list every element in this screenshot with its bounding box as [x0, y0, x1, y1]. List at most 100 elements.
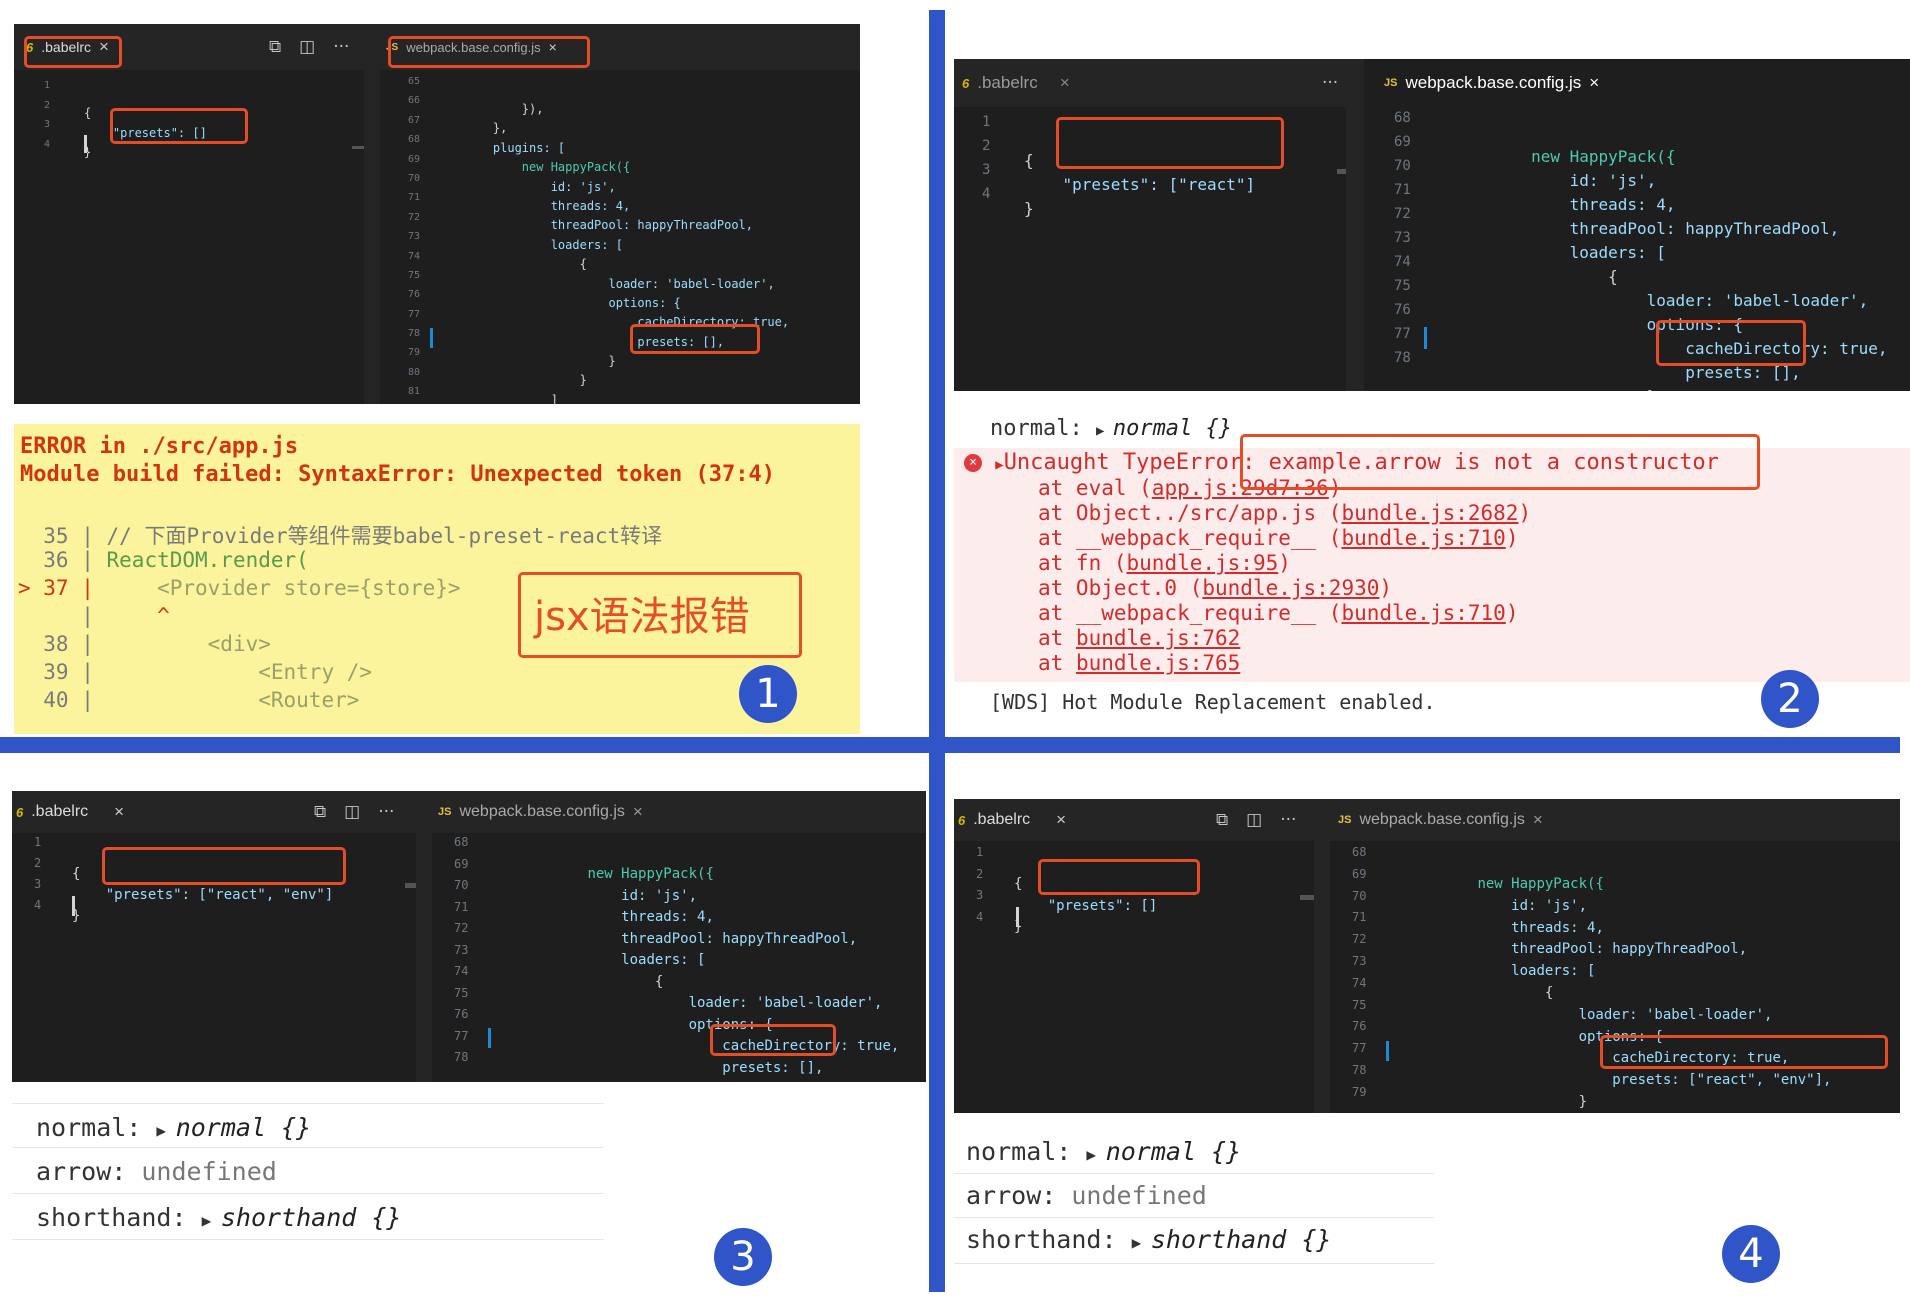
step-badge: 2 — [1761, 670, 1819, 728]
stack-link[interactable]: bundle.js:2682 — [1341, 501, 1518, 525]
presets-value: presets: [], — [722, 1059, 824, 1076]
line-numbers: 65 66 67 68 69 70 71 72 73 74 75 76 77 78 79 80 81 — [408, 76, 421, 398]
js-file-icon: JS — [1338, 814, 1352, 826]
stack-line: at bundle.js:765 — [1038, 651, 1241, 675]
console-row: arrow: undefined — [36, 1157, 277, 1186]
open-changes-icon[interactable]: ⧉ — [1216, 810, 1228, 830]
source-line: 40 | <Router> — [18, 688, 360, 712]
stack-link[interactable]: bundle.js:710 — [1341, 526, 1505, 550]
error-message: Module build failed: SyntaxError: Unexpe… — [20, 462, 775, 487]
js-file-icon: JS — [438, 806, 452, 818]
presets-highlight-box — [630, 324, 760, 354]
git-change-marker — [488, 1028, 491, 1048]
tab-highlight-box — [24, 36, 122, 68]
more-actions-icon[interactable]: ··· — [333, 37, 349, 57]
close-icon[interactable]: × — [633, 802, 643, 822]
stack-line: at fn (bundle.js:95) — [1038, 551, 1291, 575]
open-changes-icon[interactable]: ⧉ — [314, 802, 326, 822]
line-numbers: 1234 — [34, 835, 42, 912]
console-row[interactable]: shorthand: ▶ shorthand {} — [36, 1203, 604, 1232]
git-change-marker — [1424, 327, 1427, 349]
tab-label: webpack.base.config.js — [459, 803, 625, 820]
line-numbers: 1234 — [44, 80, 51, 150]
presets-value: "presets": ["react", "env"] — [105, 887, 334, 903]
close-icon[interactable]: × — [1533, 810, 1543, 830]
close-icon[interactable]: × — [1589, 73, 1599, 93]
editor-actions: ⧉ ◫ ··· — [269, 24, 349, 70]
babelrc-pane: 1234 { "presets": ["react"]} — [954, 107, 1354, 391]
babelrc-pane: 1234 { "presets": []} — [954, 841, 1314, 1113]
more-actions-icon[interactable]: ··· — [1322, 73, 1338, 93]
expand-triangle-icon[interactable]: ▶ — [156, 1121, 175, 1140]
expand-triangle-icon[interactable]: ▶ — [202, 1211, 221, 1230]
presets-highlight-box — [102, 847, 346, 885]
tab-bar: 6 .babelrc × ⧉ ◫ ··· JS webpack.base.con… — [12, 791, 926, 833]
row-separator — [12, 1147, 604, 1148]
presets-highlight-box — [1656, 320, 1806, 366]
console-row: arrow: undefined — [966, 1181, 1207, 1210]
split-editor-icon[interactable]: ◫ — [299, 37, 315, 57]
presets-highlight-box — [1056, 117, 1284, 169]
console-row[interactable]: normal: ▶ normal {} — [966, 1137, 1434, 1166]
babel-config-icon: 6 — [958, 812, 966, 828]
editor-window: 6 .babelrc × ⧉ ◫ ··· JS webpack.base.con… — [954, 799, 1900, 1113]
stack-link[interactable]: bundle.js:95 — [1127, 551, 1279, 575]
babelrc-pane: 1234 { "presets": ["react", "env"]} — [12, 833, 419, 1082]
presets-highlight-box — [710, 1024, 836, 1056]
console-row[interactable]: shorthand: ▶ shorthand {} — [966, 1225, 1434, 1254]
expand-triangle-icon[interactable]: ▶ — [1132, 1233, 1151, 1252]
pane-splitter[interactable] — [416, 833, 432, 1082]
tab-bar: 6 .babelrc × ⧉ ◫ ··· JS webpack.base.con… — [954, 799, 1900, 841]
tab-bar: 6 .babelrc × ··· JS webpack.base.config.… — [954, 59, 1910, 107]
tab-babelrc[interactable]: 6 .babelrc × — [962, 59, 1070, 107]
pane-splitter[interactable] — [364, 70, 380, 404]
close-icon[interactable]: × — [1056, 810, 1066, 830]
presets-value: "presets": [] — [1047, 897, 1158, 914]
browser-console: normal: ▶ normal {} arrow: undefined sho… — [954, 1133, 1434, 1293]
editor-actions: ⧉ ◫ ··· — [314, 791, 394, 833]
step-badge: 1 — [739, 665, 797, 723]
close-icon[interactable]: × — [1060, 73, 1070, 93]
presets-highlight-box — [1600, 1035, 1888, 1069]
console-row[interactable]: normal: ▶ normal {} — [36, 1113, 604, 1142]
tab-babelrc[interactable]: 6 .babelrc × — [958, 799, 1066, 841]
webpack-pane: 68 69 70 71 72 73 74 75 76 77 78 79 new HappyPack({… — [1330, 841, 1900, 1113]
error-circle-icon: × — [964, 454, 982, 472]
stack-line: at Object../src/app.js (bundle.js:2682) — [1038, 501, 1532, 525]
webpack-code[interactable]: new HappyPack({ id: 'js', threads: 4, th… — [1410, 843, 1831, 1113]
stack-link[interactable]: bundle.js:2930 — [1202, 576, 1379, 600]
expand-triangle-icon[interactable]: ▶ — [1086, 1145, 1105, 1164]
more-actions-icon[interactable]: ··· — [1280, 810, 1296, 830]
close-icon[interactable]: × — [114, 802, 124, 822]
editor-window: 6 .babelrc × ⧉ ◫ ··· JS webpack.base.con… — [14, 24, 860, 404]
text-cursor — [84, 135, 87, 153]
tab-babelrc[interactable]: 6 .babelrc × — [16, 791, 124, 833]
webpack-code[interactable]: }), }, plugins: [ new HappyPack({ id: 'j… — [464, 72, 789, 404]
tab-webpack-config[interactable]: JS webpack.base.config.js × — [438, 791, 643, 833]
split-editor-icon[interactable]: ◫ — [344, 802, 360, 822]
open-changes-icon[interactable]: ⧉ — [269, 37, 281, 57]
tab-webpack-config[interactable]: JS webpack.base.config.js × — [1338, 799, 1543, 841]
browser-console: normal: ▶ normal {} arrow: undefined sho… — [12, 1103, 604, 1283]
pane-splitter[interactable] — [1346, 107, 1364, 391]
presets-highlight-box — [110, 108, 248, 144]
row-separator — [954, 1263, 1434, 1264]
tab-label: webpack.base.config.js — [1359, 811, 1525, 828]
pane-splitter[interactable] — [1314, 841, 1330, 1113]
quadrant-3: 6 .babelrc × ⧉ ◫ ··· JS webpack.base.con… — [0, 753, 929, 1302]
git-change-marker — [430, 328, 433, 348]
expand-triangle-icon[interactable]: ▶ — [995, 457, 1003, 473]
more-actions-icon[interactable]: ··· — [378, 802, 394, 822]
split-editor-icon[interactable]: ◫ — [1246, 810, 1262, 830]
build-error-panel: ERROR in ./src/app.js Module build faile… — [14, 424, 860, 734]
stack-link[interactable]: bundle.js:710 — [1341, 601, 1505, 625]
stack-link[interactable]: bundle.js:762 — [1076, 626, 1240, 650]
step-badge: 3 — [714, 1228, 772, 1286]
webpack-pane: 65 66 67 68 69 70 71 72 73 74 75 76 77 78 79 80 81 }), }… — [380, 70, 860, 404]
stack-link[interactable]: bundle.js:765 — [1076, 651, 1240, 675]
line-numbers: 1234 — [976, 845, 984, 924]
tab-label: .babelrc — [973, 811, 1031, 828]
tab-webpack-config[interactable]: JS webpack.base.config.js × — [1364, 59, 1910, 107]
expand-triangle-icon[interactable]: ▶ — [1096, 423, 1113, 439]
row-separator — [12, 1103, 604, 1104]
